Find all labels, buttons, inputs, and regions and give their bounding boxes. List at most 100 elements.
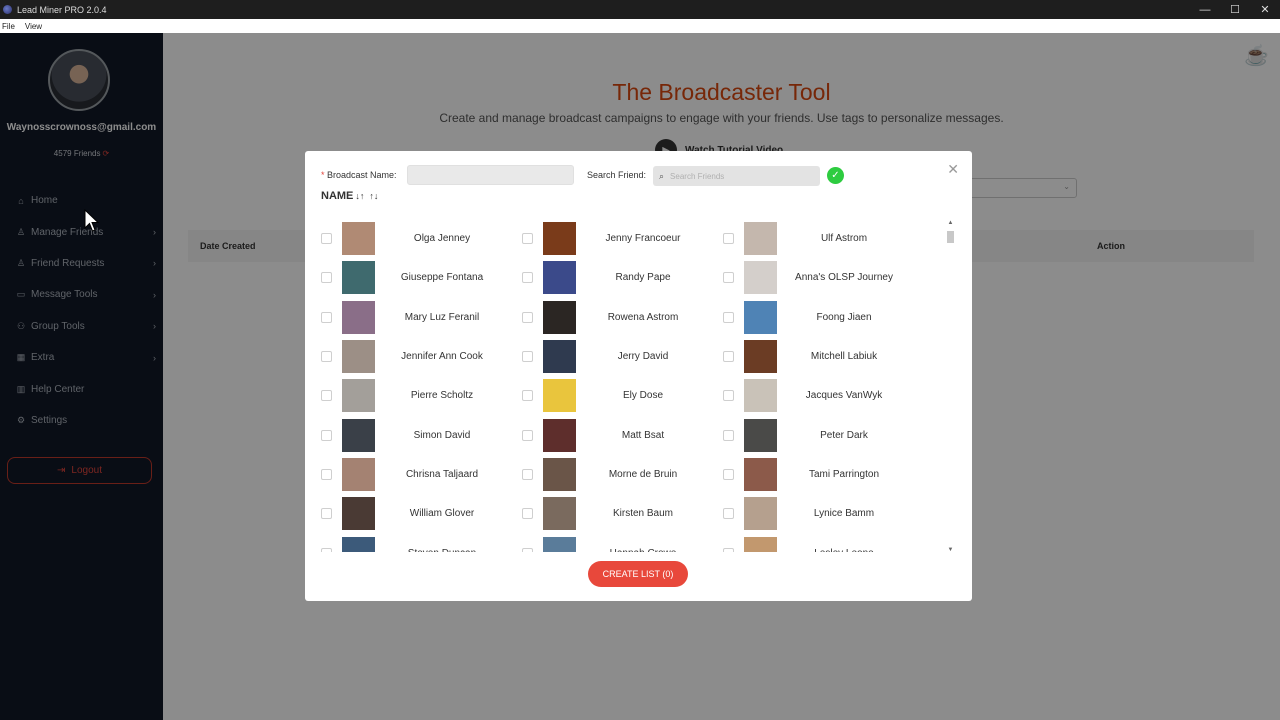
scroll-up-icon[interactable]: ▲ (945, 220, 956, 226)
friend-checkbox[interactable] (723, 508, 734, 520)
friend-name: Ely Dose (622, 390, 663, 402)
search-friends-input[interactable] (670, 171, 811, 181)
friend-item[interactable]: Olga Jenney (315, 219, 516, 258)
friend-item[interactable]: William Glover (315, 494, 516, 533)
sort-alpha-icon[interactable]: ↓↑ (355, 191, 364, 201)
friend-item[interactable]: Peter Dark (717, 415, 918, 454)
friend-name: Rowena Astrom (607, 311, 679, 323)
friend-checkbox[interactable] (723, 390, 734, 402)
friend-avatar (342, 457, 375, 491)
window-controls: — ☐ ✕ (1190, 0, 1280, 19)
friend-checkbox[interactable] (522, 233, 533, 245)
friend-item[interactable]: Kirsten Baum (516, 494, 717, 533)
friend-name: Jenny Francoeur (605, 233, 681, 245)
window-title: Lead Miner PRO 2.0.4 (17, 4, 107, 15)
friend-avatar (744, 300, 777, 334)
friend-checkbox[interactable] (321, 233, 332, 245)
friend-checkbox[interactable] (321, 351, 332, 363)
broadcast-name-input[interactable] (407, 165, 574, 185)
friend-item[interactable]: Jenny Francoeur (516, 219, 717, 258)
friend-name: Olga Jenney (413, 233, 471, 245)
friend-item[interactable]: Randy Pape (516, 258, 717, 297)
friend-checkbox[interactable] (522, 468, 533, 480)
search-friends-field[interactable]: ⌕ (653, 166, 820, 186)
friend-checkbox[interactable] (723, 351, 734, 363)
friend-checkbox[interactable] (321, 311, 332, 323)
friend-item[interactable]: Ulf Astrom (717, 219, 918, 258)
friend-item[interactable]: Matt Bsat (516, 415, 717, 454)
friend-checkbox[interactable] (321, 468, 332, 480)
friend-name: Lesley Leone (774, 548, 914, 552)
friend-avatar (744, 340, 777, 374)
friend-item[interactable]: Chrisna Taljaard (315, 455, 516, 494)
friend-item[interactable]: Ely Dose (516, 376, 717, 415)
confirm-check-button[interactable]: ✓ (827, 167, 844, 184)
friend-item[interactable]: Lesley Leone (717, 533, 918, 552)
scroll-thumb[interactable] (947, 231, 954, 243)
friend-checkbox[interactable] (522, 351, 533, 363)
friend-item[interactable]: Steven Duncan (315, 533, 516, 552)
friend-item[interactable]: Rowena Astrom (516, 298, 717, 337)
friend-name: Simon David (413, 429, 471, 441)
sort-controls: NAME ↓↑ ↑↓ (321, 190, 378, 202)
scroll-down-icon[interactable]: ▼ (945, 547, 956, 553)
friend-name: Giuseppe Fontana (400, 272, 484, 284)
friend-checkbox[interactable] (522, 311, 533, 323)
friend-avatar (543, 536, 576, 552)
menu-file[interactable]: File (2, 22, 15, 31)
friend-checkbox[interactable] (522, 508, 533, 520)
friend-checkbox[interactable] (321, 390, 332, 402)
friend-checkbox[interactable] (723, 233, 734, 245)
friend-avatar (744, 457, 777, 491)
friend-name: Mitchell Labiuk (810, 351, 878, 363)
friend-item[interactable]: Mitchell Labiuk (717, 337, 918, 376)
friend-item[interactable]: Lynice Bamm (717, 494, 918, 533)
friend-item[interactable]: Jerry David (516, 337, 717, 376)
friend-item[interactable]: Morne de Bruin (516, 455, 717, 494)
friend-name: Chrisna Taljaard (405, 468, 479, 480)
friend-checkbox[interactable] (723, 468, 734, 480)
friend-item[interactable]: Hannah Crowe (516, 533, 717, 552)
friend-avatar (744, 418, 777, 452)
friend-item[interactable]: Giuseppe Fontana (315, 258, 516, 297)
friend-checkbox[interactable] (723, 311, 734, 323)
broadcast-name-label: * Broadcast Name: (321, 170, 397, 180)
create-list-button[interactable]: CREATE LIST (0) (588, 561, 688, 587)
close-icon[interactable]: ✕ (947, 161, 959, 178)
friend-item[interactable]: Mary Luz Feranil (315, 298, 516, 337)
menu-view[interactable]: View (25, 22, 42, 31)
friend-avatar (342, 261, 375, 295)
friend-name: Hannah Crowe (573, 548, 713, 552)
friend-item[interactable]: Jennifer Ann Cook (315, 337, 516, 376)
friend-checkbox[interactable] (321, 429, 332, 441)
friend-item[interactable]: Simon David (315, 415, 516, 454)
friend-checkbox[interactable] (522, 429, 533, 441)
friend-checkbox[interactable] (723, 272, 734, 284)
minimize-button[interactable]: — (1190, 0, 1220, 19)
friend-item[interactable]: Foong Jiaen (717, 298, 918, 337)
friend-avatar (342, 222, 375, 256)
friend-item[interactable]: Jacques VanWyk (717, 376, 918, 415)
friend-checkbox[interactable] (522, 272, 533, 284)
friend-checkbox[interactable] (522, 390, 533, 402)
friend-name: Randy Pape (615, 272, 671, 284)
friend-name: Kirsten Baum (612, 508, 674, 520)
friend-item[interactable]: Tami Parrington (717, 455, 918, 494)
close-button[interactable]: ✕ (1250, 0, 1280, 19)
friend-avatar (342, 536, 375, 552)
friend-avatar (744, 497, 777, 531)
friend-checkbox[interactable] (321, 547, 332, 552)
friend-checkbox[interactable] (522, 547, 533, 552)
sort-numeric-icon[interactable]: ↑↓ (369, 191, 378, 201)
friend-item[interactable]: Pierre Scholtz (315, 376, 516, 415)
friend-checkbox[interactable] (723, 429, 734, 441)
friend-checkbox[interactable] (723, 547, 734, 552)
sort-name-label: NAME (321, 190, 354, 202)
app-logo-icon (3, 5, 12, 14)
friend-avatar (342, 379, 375, 413)
friend-checkbox[interactable] (321, 508, 332, 520)
friend-item[interactable]: Anna's OLSP Journey (717, 258, 918, 297)
friend-checkbox[interactable] (321, 272, 332, 284)
maximize-button[interactable]: ☐ (1220, 0, 1250, 19)
friends-list-scrollbar[interactable]: ▲ ▼ (945, 220, 956, 553)
